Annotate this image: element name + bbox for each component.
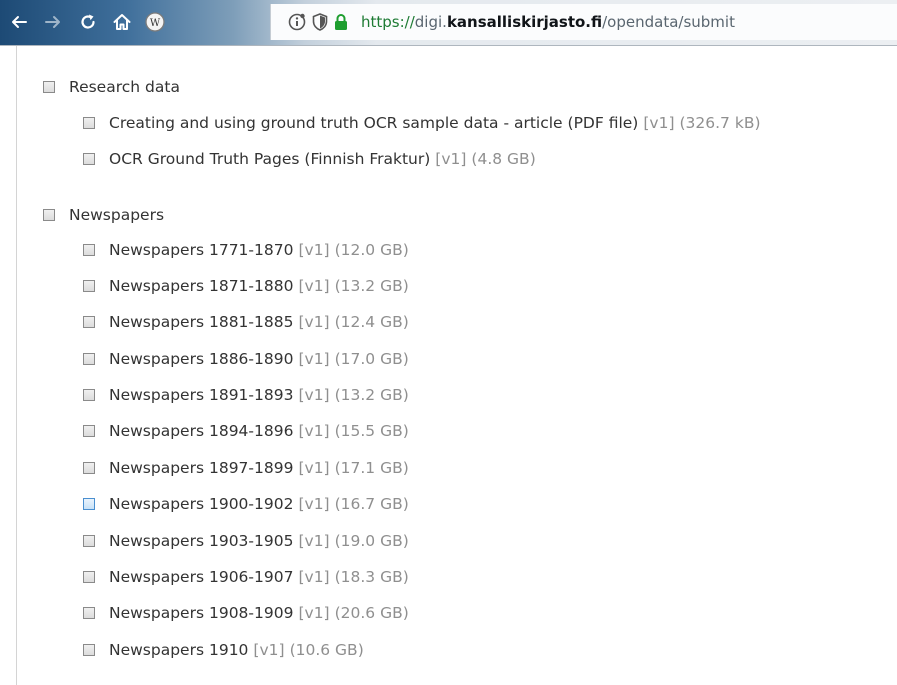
forward-arrow-icon[interactable] xyxy=(40,9,66,35)
dataset-item[interactable]: Newspapers 1900-1902 [v1] (16.7 GB) xyxy=(83,495,409,513)
dataset-version: [v1] xyxy=(253,641,285,659)
group-checkbox[interactable] xyxy=(43,81,55,93)
dataset-size: (17.1 GB) xyxy=(334,459,409,477)
dataset-label: Newspapers 1871-1880 xyxy=(109,277,294,295)
tracking-shield-icon[interactable] xyxy=(311,12,329,32)
dataset-size: (17.0 GB) xyxy=(334,350,409,368)
dataset-item[interactable]: Newspapers 1771-1870 [v1] (12.0 GB) xyxy=(83,241,409,259)
dataset-size: (326.7 kB) xyxy=(679,114,761,132)
group-checkbox[interactable] xyxy=(43,209,55,221)
dataset-size: (13.2 GB) xyxy=(334,277,409,295)
dataset-checkbox[interactable] xyxy=(83,316,95,328)
dataset-size: (12.4 GB) xyxy=(334,313,409,331)
dataset-item[interactable]: Newspapers 1881-1885 [v1] (12.4 GB) xyxy=(83,313,409,331)
dataset-size: (18.3 GB) xyxy=(334,568,409,586)
dataset-label: Newspapers 1910 xyxy=(109,641,249,659)
reload-icon[interactable] xyxy=(75,9,101,35)
dataset-size: (15.5 GB) xyxy=(334,422,409,440)
wikipedia-icon[interactable]: W xyxy=(142,9,168,35)
dataset-item[interactable]: Newspapers 1908-1909 [v1] (20.6 GB) xyxy=(83,604,409,622)
url-path: /opendata/submit xyxy=(602,13,735,31)
page-content: Research data Creating and using ground … xyxy=(16,46,897,685)
dataset-checkbox[interactable] xyxy=(83,153,95,165)
dataset-version: [v1] xyxy=(298,313,330,331)
dataset-size: (20.6 GB) xyxy=(334,604,409,622)
dataset-version: [v1] xyxy=(298,350,330,368)
dataset-item[interactable]: Newspapers 1903-1905 [v1] (19.0 GB) xyxy=(83,532,409,550)
dataset-checkbox[interactable] xyxy=(83,607,95,619)
dataset-checkbox[interactable] xyxy=(83,389,95,401)
group-label: Research data xyxy=(69,78,180,96)
group-newspapers[interactable]: Newspapers xyxy=(43,206,164,224)
dataset-label: OCR Ground Truth Pages (Finnish Fraktur) xyxy=(109,150,431,168)
dataset-checkbox[interactable] xyxy=(83,244,95,256)
dataset-item[interactable]: Creating and using ground truth OCR samp… xyxy=(83,114,761,132)
url-domain: kansalliskirjasto.fi xyxy=(446,13,603,31)
dataset-version: [v1] xyxy=(435,150,467,168)
dataset-version: [v1] xyxy=(298,568,330,586)
dataset-size: (13.2 GB) xyxy=(334,386,409,404)
dataset-label: Newspapers 1903-1905 xyxy=(109,532,294,550)
dataset-label: Newspapers 1891-1893 xyxy=(109,386,294,404)
dataset-label: Creating and using ground truth OCR samp… xyxy=(109,114,639,132)
dataset-label: Newspapers 1906-1907 xyxy=(109,568,294,586)
dataset-label: Newspapers 1897-1899 xyxy=(109,459,294,477)
dataset-checkbox[interactable] xyxy=(83,425,95,437)
dataset-checkbox[interactable] xyxy=(83,498,95,510)
dataset-version: [v1] xyxy=(298,459,330,477)
dataset-version: [v1] xyxy=(298,495,330,513)
group-research-data[interactable]: Research data xyxy=(43,78,180,96)
lock-icon xyxy=(333,12,349,32)
dataset-label: Newspapers 1771-1870 xyxy=(109,241,294,259)
dataset-size: (19.0 GB) xyxy=(334,532,409,550)
dataset-item[interactable]: OCR Ground Truth Pages (Finnish Fraktur)… xyxy=(83,150,536,168)
group-label: Newspapers xyxy=(69,206,165,224)
dataset-checkbox[interactable] xyxy=(83,353,95,365)
dataset-version: [v1] xyxy=(298,241,330,259)
browser-toolbar: W https://digi.kansalliskirjasto.fi/open… xyxy=(0,0,897,46)
dataset-version: [v1] xyxy=(298,386,330,404)
dataset-version: [v1] xyxy=(298,604,330,622)
dataset-size: (16.7 GB) xyxy=(334,495,409,513)
dataset-label: Newspapers 1900-1902 xyxy=(109,495,294,513)
dataset-label: Newspapers 1881-1885 xyxy=(109,313,294,331)
dataset-version: [v1] xyxy=(643,114,675,132)
dataset-item[interactable]: Newspapers 1886-1890 [v1] (17.0 GB) xyxy=(83,350,409,368)
home-icon[interactable] xyxy=(109,9,135,35)
url-text[interactable]: https://digi.kansalliskirjasto.fi/openda… xyxy=(361,13,735,31)
dataset-checkbox[interactable] xyxy=(83,571,95,583)
url-subdomain: digi. xyxy=(414,13,447,31)
url-scheme: https:// xyxy=(361,13,415,31)
dataset-item[interactable]: Newspapers 1906-1907 [v1] (18.3 GB) xyxy=(83,568,409,586)
dataset-item[interactable]: Newspapers 1871-1880 [v1] (13.2 GB) xyxy=(83,277,409,295)
site-info-icon[interactable] xyxy=(287,12,307,32)
dataset-size: (4.8 GB) xyxy=(471,150,536,168)
dataset-size: (12.0 GB) xyxy=(334,241,409,259)
dataset-label: Newspapers 1886-1890 xyxy=(109,350,294,368)
dataset-version: [v1] xyxy=(298,532,330,550)
dataset-item[interactable]: Newspapers 1897-1899 [v1] (17.1 GB) xyxy=(83,459,409,477)
dataset-label: Newspapers 1908-1909 xyxy=(109,604,294,622)
dataset-item[interactable]: Newspapers 1894-1896 [v1] (15.5 GB) xyxy=(83,422,409,440)
dataset-label: Newspapers 1894-1896 xyxy=(109,422,294,440)
dataset-item[interactable]: Newspapers 1910 [v1] (10.6 GB) xyxy=(83,641,364,659)
dataset-checkbox[interactable] xyxy=(83,644,95,656)
back-arrow-icon[interactable] xyxy=(6,9,32,35)
dataset-checkbox[interactable] xyxy=(83,117,95,129)
svg-text:W: W xyxy=(150,18,161,29)
dataset-checkbox[interactable] xyxy=(83,462,95,474)
dataset-version: [v1] xyxy=(298,277,330,295)
dataset-version: [v1] xyxy=(298,422,330,440)
dataset-checkbox[interactable] xyxy=(83,280,95,292)
dataset-size: (10.6 GB) xyxy=(289,641,364,659)
dataset-checkbox[interactable] xyxy=(83,535,95,547)
dataset-item[interactable]: Newspapers 1891-1893 [v1] (13.2 GB) xyxy=(83,386,409,404)
address-bar[interactable]: https://digi.kansalliskirjasto.fi/openda… xyxy=(270,4,897,40)
